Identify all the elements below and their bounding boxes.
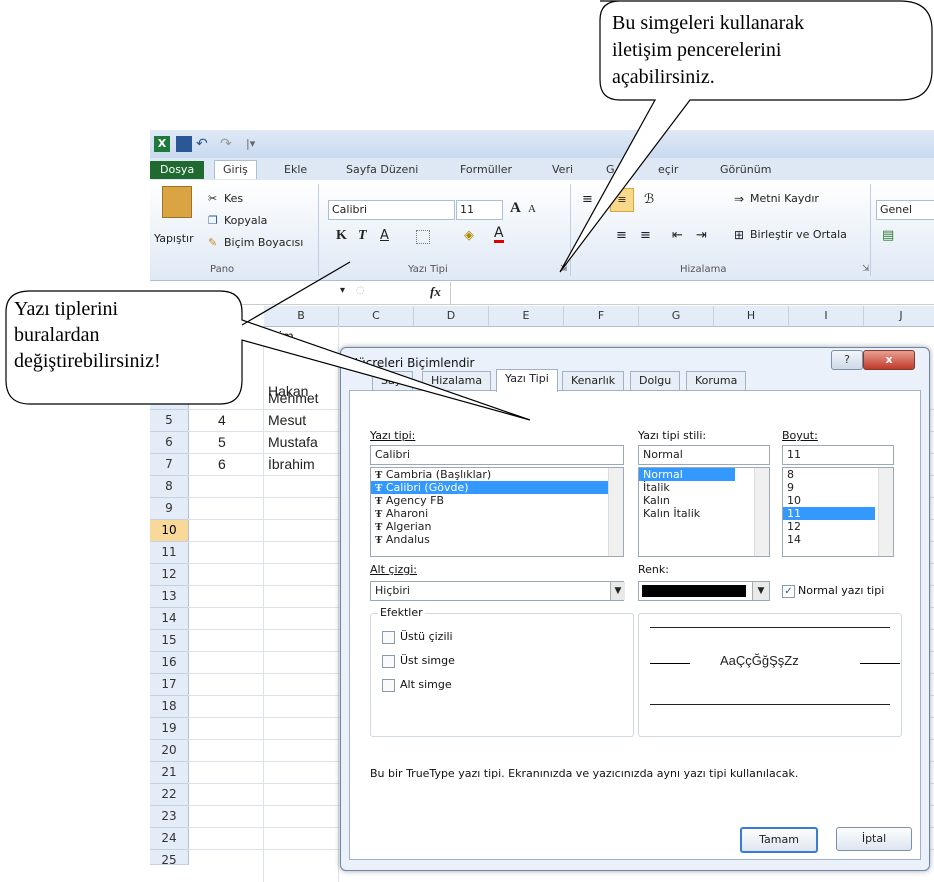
callout-left-line-1: Yazı tiplerini: [14, 298, 119, 320]
callout-left-line-3: değiştirebilirsiniz!: [14, 350, 161, 372]
callout-left-line-2: buralardan: [14, 324, 100, 346]
callout-top-line-2: iletişim pencerelerini: [612, 39, 782, 61]
callout-top-line-3: açabilirsiniz.: [612, 66, 715, 88]
callout-overlay: [5, 0, 933, 421]
callout-pointer-ribbon: [241, 261, 351, 326]
callout-top-line-1: Bu simgeleri kullanarak: [612, 12, 805, 34]
